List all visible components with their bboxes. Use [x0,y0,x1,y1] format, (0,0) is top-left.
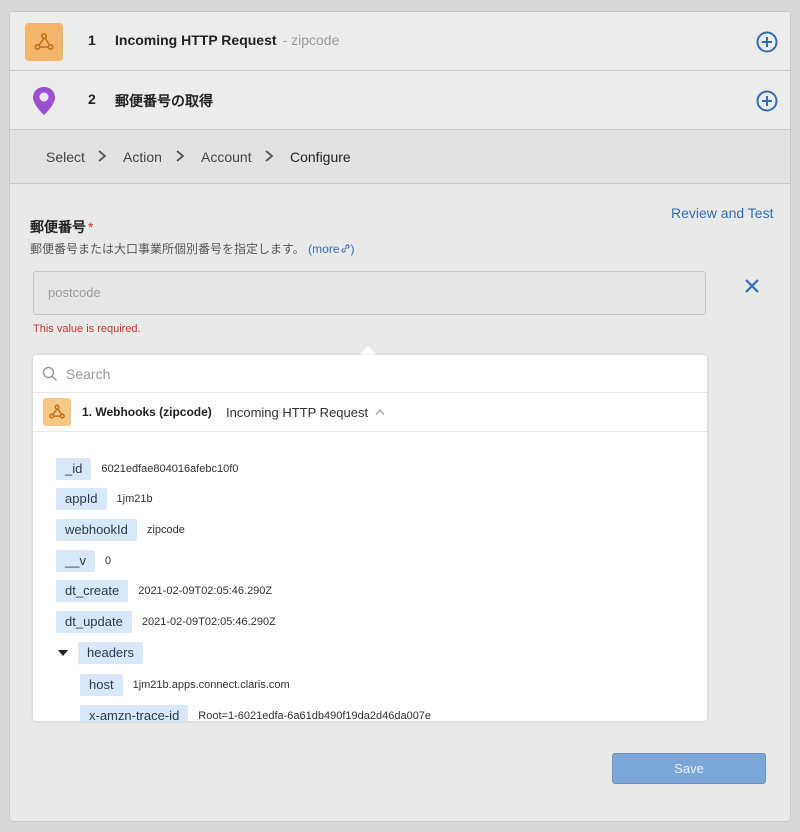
step-1[interactable]: 1 Incoming HTTP Request - zipcode [10,12,790,71]
breadcrumb: Select Action Account Configure [10,130,790,184]
step-title-text: Incoming HTTP Request [115,32,277,48]
field-key[interactable]: appId [56,488,107,510]
step-title: Incoming HTTP Request - zipcode [115,32,339,48]
source-name: 1. Webhooks (zipcode) [82,405,212,419]
field-key[interactable]: dt_create [56,580,129,602]
field-value: 0 [104,555,112,567]
list-item[interactable]: x-amzn-trace-id Root=1-6021edfa-6a61db490… [80,705,431,721]
field-value: 2021-02-09T02:05:46.290Z [138,585,273,597]
field-description: 郵便番号または大口事業所個別番号を指定します。 (more) [30,240,355,257]
webhook-icon [25,23,63,61]
step-2[interactable]: 2 郵便番号の取得 [10,71,790,130]
step-number: 1 [88,32,96,48]
error-message: This value is required. [33,323,141,335]
breadcrumb-account[interactable]: Account [201,149,252,165]
list-item[interactable]: host 1jm21b.apps.connect.claris.com [80,674,290,696]
list-item[interactable]: __v 0 [56,550,111,572]
field-label-text: 郵便番号 [30,219,86,235]
list-item[interactable]: dt_update 2021-02-09T02:05:46.290Z [56,611,276,633]
chevron-right-icon [265,150,274,162]
more-link-label: (more [308,242,340,256]
field-value: 2021-02-09T02:05:46.290Z [141,616,276,628]
more-link[interactable]: (more) [308,242,354,256]
field-key[interactable]: headers [78,642,143,664]
expand-triangle-icon[interactable] [58,650,68,656]
data-picker-dropdown: 1. Webhooks (zipcode) Incoming HTTP Requ… [33,355,707,721]
field-key[interactable]: dt_update [56,611,132,633]
list-item[interactable]: dt_create 2021-02-09T02:05:46.290Z [56,580,272,602]
list-item[interactable]: headers [58,642,143,664]
review-and-test-link[interactable]: Review and Test [671,205,773,221]
save-button[interactable]: Save [612,753,766,784]
source-trigger: Incoming HTTP Request [226,405,369,420]
chevron-right-icon [176,150,185,162]
step-title: 郵便番号の取得 [115,93,213,109]
field-value: 1jm21b.apps.connect.claris.com [132,679,290,691]
breadcrumb-action[interactable]: Action [123,149,162,165]
field-key[interactable]: host [80,674,123,696]
step-subtitle: - zipcode [282,32,340,48]
field-key[interactable]: __v [56,550,95,572]
field-value: 6021edfae804016afebc10f0 [101,463,239,475]
field-key[interactable]: _id [56,458,92,480]
close-icon[interactable] [743,277,761,295]
field-value: 1jm21b [116,493,153,505]
search-icon [42,366,57,381]
field-value: Root=1-6021edfa-6a61db490f19da2d46da007e [198,710,432,721]
more-link-close: ) [350,242,355,256]
map-pin-icon [25,82,63,120]
zap-editor-panel: 1 Incoming HTTP Request - zipcode 2 郵便番号の… [9,11,791,822]
source-step-header[interactable]: 1. Webhooks (zipcode) Incoming HTTP Requ… [33,393,707,432]
field-description-text: 郵便番号または大口事業所個別番号を指定します。 [30,242,305,256]
postcode-field[interactable] [33,271,706,315]
list-item[interactable]: _id 6021edfae804016afebc10f0 [56,458,238,480]
chevron-right-icon [98,150,107,162]
field-key[interactable]: x-amzn-trace-id [80,705,189,721]
list-item[interactable]: webhookId zipcode [56,519,185,541]
postcode-input[interactable] [48,272,691,314]
field-label: 郵便番号 * [30,217,93,237]
add-step-icon[interactable] [756,31,778,53]
step-number: 2 [88,91,96,107]
required-mark: * [88,219,94,235]
breadcrumb-configure[interactable]: Configure [290,149,351,165]
field-value: zipcode [146,524,185,536]
search-input[interactable] [66,364,666,384]
list-item[interactable]: appId 1jm21b [56,488,153,510]
chevron-up-icon[interactable] [374,407,386,417]
search-bar [33,355,707,393]
breadcrumb-select[interactable]: Select [46,149,85,165]
add-step-icon[interactable] [756,90,778,112]
webhook-icon [43,398,71,426]
field-key[interactable]: webhookId [56,519,137,541]
link-icon [340,244,350,253]
